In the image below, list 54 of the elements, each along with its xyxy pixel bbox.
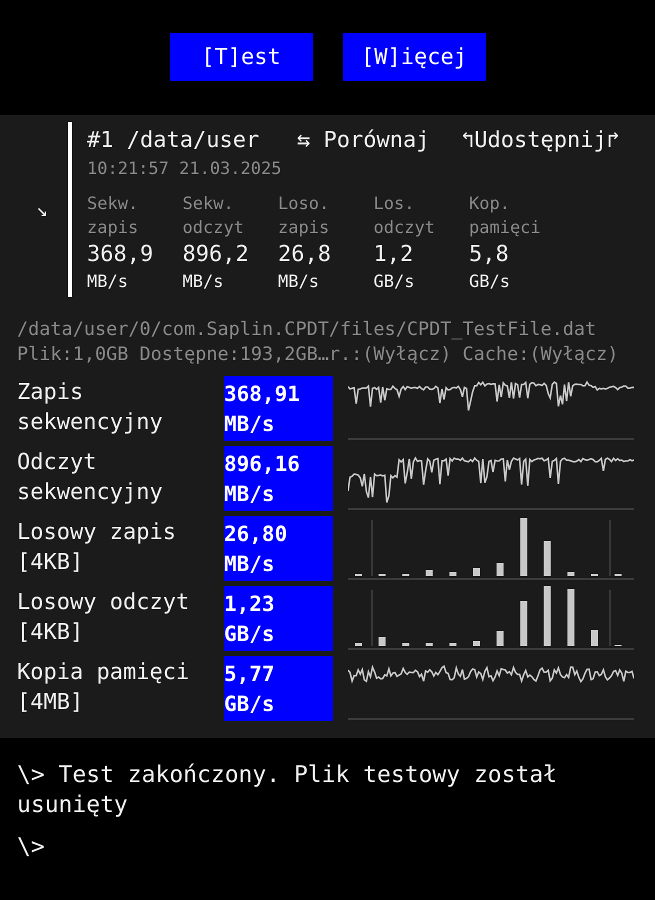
metric-label: Kop. pamięci bbox=[469, 192, 542, 240]
test-button[interactable]: [T]est bbox=[170, 33, 312, 81]
metric-unit: GB/s bbox=[469, 270, 511, 294]
histogram-bar bbox=[378, 637, 386, 646]
test-button[interactable]: [W]ięcej bbox=[342, 33, 486, 81]
compare-button[interactable]: ⇆ Porównaj bbox=[297, 126, 461, 156]
metric-value: 368,9 bbox=[87, 240, 154, 268]
histogram-bar bbox=[426, 570, 433, 576]
test-label: Losowy zapis [4KB] bbox=[16, 519, 177, 577]
histogram-bar bbox=[426, 643, 433, 646]
expand-icon[interactable]: ↘ bbox=[0, 198, 68, 220]
test-result: 896,16 MB/s bbox=[224, 446, 333, 511]
metric-label: Los. odczyt bbox=[374, 192, 436, 240]
histogram-bar bbox=[591, 630, 598, 646]
histogram-bar bbox=[544, 541, 551, 576]
timestamp: 10:21:57 21.03.2025 bbox=[87, 158, 282, 180]
metric-label: Sekw. zapis bbox=[87, 192, 140, 240]
test-result: 26,80 MB/s bbox=[224, 516, 333, 581]
metric-value: 26,8 bbox=[278, 240, 332, 268]
test-result: 1,23 GB/s bbox=[224, 586, 333, 651]
test-result: 368,91 MB/s bbox=[224, 376, 333, 441]
histogram-bar bbox=[449, 572, 456, 576]
metric-label: Sekw. odczyt bbox=[182, 192, 245, 240]
console-prompt: \> bbox=[17, 833, 45, 862]
histogram-bar bbox=[567, 572, 574, 576]
test-label: Zapis sekwencyjny bbox=[16, 379, 164, 437]
histogram-bar bbox=[473, 641, 480, 646]
histogram-bar bbox=[449, 643, 456, 646]
metric-label: Loso. zapis bbox=[278, 192, 330, 240]
metric-value: 1,2 bbox=[374, 240, 414, 268]
metric-value: 5,8 bbox=[469, 240, 510, 268]
histogram-bar bbox=[544, 586, 551, 646]
console-message: \> Test zakończony. Plik testowy został usunięty bbox=[17, 761, 558, 820]
test-label: Kopia pamięci [4MB] bbox=[16, 659, 190, 717]
histogram-bar bbox=[402, 643, 410, 646]
histogram-bar bbox=[520, 518, 528, 576]
test-label: Odczyt sekwencyjny bbox=[16, 449, 164, 507]
histogram-bar bbox=[567, 589, 574, 646]
result-title: #1 /data/user bbox=[87, 126, 260, 154]
test-result: 5,77 GB/s bbox=[224, 656, 333, 721]
metric-unit: GB/s bbox=[374, 270, 416, 294]
metric-unit: MB/s bbox=[87, 270, 129, 294]
histogram-bar bbox=[520, 601, 528, 646]
file-info: Plik:1,0GB Dostępne:193,2GB…r.:(Wyłącz) Cache:(Wyłącz) bbox=[17, 343, 620, 367]
metric-value: 896,2 bbox=[182, 240, 250, 268]
histogram-bar bbox=[496, 563, 504, 576]
metric-unit: MB/s bbox=[182, 270, 224, 294]
histogram-bar bbox=[473, 568, 480, 576]
histogram-bar bbox=[355, 643, 362, 646]
histogram-bar bbox=[496, 631, 504, 646]
share-button[interactable]: ↰Udostępnij↱ bbox=[461, 126, 620, 156]
file-path: /data/user/0/com.Saplin.CPDT/files/CPDT_TestFile.dat bbox=[17, 318, 598, 342]
metric-unit: MB/s bbox=[278, 270, 320, 294]
test-label: Losowy odczyt [4KB] bbox=[16, 589, 190, 647]
